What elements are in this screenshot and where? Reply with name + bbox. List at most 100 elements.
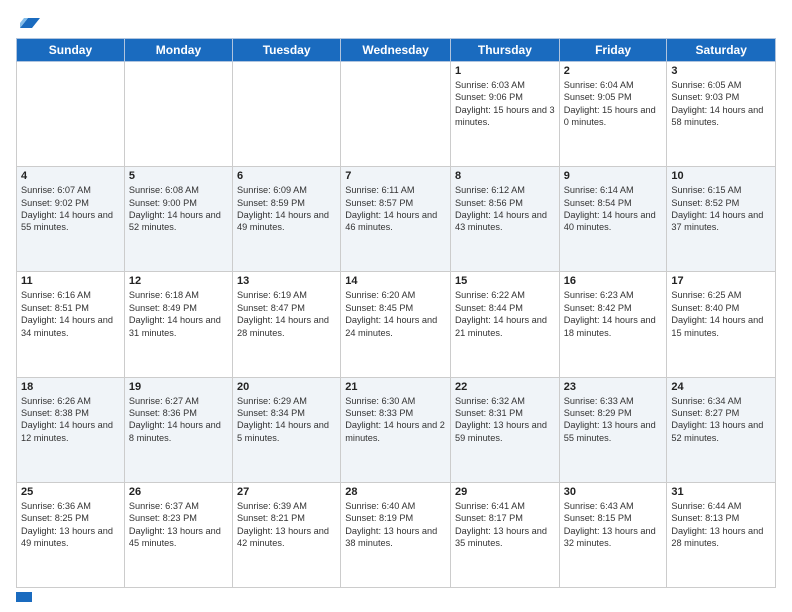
calendar-cell: 20 Sunrise: 6:29 AM Sunset: 8:34 PM Dayli… xyxy=(233,377,341,482)
day-number: 26 xyxy=(129,486,228,498)
day-number: 1 xyxy=(455,65,555,77)
calendar-cell xyxy=(233,62,341,167)
day-number: 11 xyxy=(21,275,120,287)
day-info: Sunrise: 6:15 AM Sunset: 8:52 PM Dayligh… xyxy=(671,184,771,234)
calendar-cell: 23 Sunrise: 6:33 AM Sunset: 8:29 PM Dayli… xyxy=(559,377,667,482)
calendar-cell: 4 Sunrise: 6:07 AM Sunset: 9:02 PM Daylig… xyxy=(17,167,125,272)
calendar-cell xyxy=(341,62,451,167)
day-number: 22 xyxy=(455,381,555,393)
day-number: 24 xyxy=(671,381,771,393)
day-info: Sunrise: 6:04 AM Sunset: 9:05 PM Dayligh… xyxy=(564,79,663,129)
day-info: Sunrise: 6:22 AM Sunset: 8:44 PM Dayligh… xyxy=(455,289,555,339)
calendar-cell: 25 Sunrise: 6:36 AM Sunset: 8:25 PM Dayli… xyxy=(17,482,125,587)
day-info: Sunrise: 6:07 AM Sunset: 9:02 PM Dayligh… xyxy=(21,184,120,234)
day-number: 12 xyxy=(129,275,228,287)
day-number: 16 xyxy=(564,275,663,287)
day-number: 15 xyxy=(455,275,555,287)
day-info: Sunrise: 6:05 AM Sunset: 9:03 PM Dayligh… xyxy=(671,79,771,129)
calendar-week-1: 1Sunrise: 6:03 AM Sunset: 9:06 PM Daylig… xyxy=(17,62,776,167)
day-number: 10 xyxy=(671,170,771,182)
day-info: Sunrise: 6:41 AM Sunset: 8:17 PM Dayligh… xyxy=(455,500,555,550)
calendar-cell: 29 Sunrise: 6:41 AM Sunset: 8:17 PM Dayli… xyxy=(451,482,560,587)
logo-icon xyxy=(18,10,40,32)
calendar-cell: 30Sunrise: 6:43 AM Sunset: 8:15 PM Dayli… xyxy=(559,482,667,587)
calendar-header-row: SundayMondayTuesdayWednesdayThursdayFrid… xyxy=(17,39,776,62)
day-number: 3 xyxy=(671,65,771,77)
calendar-header-thursday: Thursday xyxy=(451,39,560,62)
page: SundayMondayTuesdayWednesdayThursdayFrid… xyxy=(0,0,792,612)
day-info: Sunrise: 6:32 AM Sunset: 8:31 PM Dayligh… xyxy=(455,395,555,445)
calendar-week-2: 4 Sunrise: 6:07 AM Sunset: 9:02 PM Daylig… xyxy=(17,167,776,272)
day-number: 17 xyxy=(671,275,771,287)
calendar-cell: 31 Sunrise: 6:44 AM Sunset: 8:13 PM Dayli… xyxy=(667,482,776,587)
calendar-cell: 9 Sunrise: 6:14 AM Sunset: 8:54 PM Daylig… xyxy=(559,167,667,272)
day-info: Sunrise: 6:09 AM Sunset: 8:59 PM Dayligh… xyxy=(237,184,336,234)
day-info: Sunrise: 6:20 AM Sunset: 8:45 PM Dayligh… xyxy=(345,289,446,339)
calendar-table: SundayMondayTuesdayWednesdayThursdayFrid… xyxy=(16,38,776,588)
calendar-cell: 10 Sunrise: 6:15 AM Sunset: 8:52 PM Dayli… xyxy=(667,167,776,272)
day-info: Sunrise: 6:19 AM Sunset: 8:47 PM Dayligh… xyxy=(237,289,336,339)
day-number: 7 xyxy=(345,170,446,182)
day-number: 31 xyxy=(671,486,771,498)
calendar-cell: 28Sunrise: 6:40 AM Sunset: 8:19 PM Dayli… xyxy=(341,482,451,587)
day-number: 23 xyxy=(564,381,663,393)
day-number: 20 xyxy=(237,381,336,393)
day-number: 27 xyxy=(237,486,336,498)
calendar-cell: 13Sunrise: 6:19 AM Sunset: 8:47 PM Dayli… xyxy=(233,272,341,377)
day-info: Sunrise: 6:23 AM Sunset: 8:42 PM Dayligh… xyxy=(564,289,663,339)
day-number: 14 xyxy=(345,275,446,287)
calendar-cell: 19 Sunrise: 6:27 AM Sunset: 8:36 PM Dayli… xyxy=(124,377,232,482)
footer xyxy=(16,592,776,602)
calendar-header-friday: Friday xyxy=(559,39,667,62)
calendar-week-3: 11 Sunrise: 6:16 AM Sunset: 8:51 PM Dayli… xyxy=(17,272,776,377)
day-number: 5 xyxy=(129,170,228,182)
day-info: Sunrise: 6:26 AM Sunset: 8:38 PM Dayligh… xyxy=(21,395,120,445)
calendar-cell xyxy=(17,62,125,167)
day-info: Sunrise: 6:34 AM Sunset: 8:27 PM Dayligh… xyxy=(671,395,771,445)
day-number: 19 xyxy=(129,381,228,393)
day-info: Sunrise: 6:16 AM Sunset: 8:51 PM Dayligh… xyxy=(21,289,120,339)
calendar-cell: 12Sunrise: 6:18 AM Sunset: 8:49 PM Dayli… xyxy=(124,272,232,377)
day-number: 9 xyxy=(564,170,663,182)
day-info: Sunrise: 6:39 AM Sunset: 8:21 PM Dayligh… xyxy=(237,500,336,550)
day-info: Sunrise: 6:11 AM Sunset: 8:57 PM Dayligh… xyxy=(345,184,446,234)
day-number: 4 xyxy=(21,170,120,182)
calendar-cell: 6Sunrise: 6:09 AM Sunset: 8:59 PM Daylig… xyxy=(233,167,341,272)
calendar-cell: 2Sunrise: 6:04 AM Sunset: 9:05 PM Daylig… xyxy=(559,62,667,167)
day-number: 29 xyxy=(455,486,555,498)
calendar-cell: 11 Sunrise: 6:16 AM Sunset: 8:51 PM Dayli… xyxy=(17,272,125,377)
calendar-cell: 27 Sunrise: 6:39 AM Sunset: 8:21 PM Dayli… xyxy=(233,482,341,587)
calendar-cell: 8Sunrise: 6:12 AM Sunset: 8:56 PM Daylig… xyxy=(451,167,560,272)
day-info: Sunrise: 6:40 AM Sunset: 8:19 PM Dayligh… xyxy=(345,500,446,550)
day-info: Sunrise: 6:29 AM Sunset: 8:34 PM Dayligh… xyxy=(237,395,336,445)
day-number: 30 xyxy=(564,486,663,498)
day-info: Sunrise: 6:14 AM Sunset: 8:54 PM Dayligh… xyxy=(564,184,663,234)
calendar-cell xyxy=(124,62,232,167)
day-info: Sunrise: 6:27 AM Sunset: 8:36 PM Dayligh… xyxy=(129,395,228,445)
calendar-cell: 18Sunrise: 6:26 AM Sunset: 8:38 PM Dayli… xyxy=(17,377,125,482)
calendar-cell: 21Sunrise: 6:30 AM Sunset: 8:33 PM Dayli… xyxy=(341,377,451,482)
calendar-cell: 24 Sunrise: 6:34 AM Sunset: 8:27 PM Dayli… xyxy=(667,377,776,482)
calendar-week-4: 18Sunrise: 6:26 AM Sunset: 8:38 PM Dayli… xyxy=(17,377,776,482)
calendar-header-saturday: Saturday xyxy=(667,39,776,62)
calendar-header-monday: Monday xyxy=(124,39,232,62)
calendar-cell: 15 Sunrise: 6:22 AM Sunset: 8:44 PM Dayli… xyxy=(451,272,560,377)
header xyxy=(16,10,776,32)
calendar-cell: 5Sunrise: 6:08 AM Sunset: 9:00 PM Daylig… xyxy=(124,167,232,272)
calendar-cell: 14 Sunrise: 6:20 AM Sunset: 8:45 PM Dayli… xyxy=(341,272,451,377)
calendar-cell: 1Sunrise: 6:03 AM Sunset: 9:06 PM Daylig… xyxy=(451,62,560,167)
day-number: 25 xyxy=(21,486,120,498)
day-info: Sunrise: 6:44 AM Sunset: 8:13 PM Dayligh… xyxy=(671,500,771,550)
calendar-week-5: 25 Sunrise: 6:36 AM Sunset: 8:25 PM Dayli… xyxy=(17,482,776,587)
day-info: Sunrise: 6:30 AM Sunset: 8:33 PM Dayligh… xyxy=(345,395,446,445)
day-info: Sunrise: 6:12 AM Sunset: 8:56 PM Dayligh… xyxy=(455,184,555,234)
daylight-swatch xyxy=(16,592,32,602)
calendar-header-wednesday: Wednesday xyxy=(341,39,451,62)
logo xyxy=(16,10,40,32)
day-info: Sunrise: 6:33 AM Sunset: 8:29 PM Dayligh… xyxy=(564,395,663,445)
day-info: Sunrise: 6:36 AM Sunset: 8:25 PM Dayligh… xyxy=(21,500,120,550)
calendar-cell: 22 Sunrise: 6:32 AM Sunset: 8:31 PM Dayli… xyxy=(451,377,560,482)
calendar-cell: 16 Sunrise: 6:23 AM Sunset: 8:42 PM Dayli… xyxy=(559,272,667,377)
calendar-cell: 26 Sunrise: 6:37 AM Sunset: 8:23 PM Dayli… xyxy=(124,482,232,587)
day-info: Sunrise: 6:37 AM Sunset: 8:23 PM Dayligh… xyxy=(129,500,228,550)
